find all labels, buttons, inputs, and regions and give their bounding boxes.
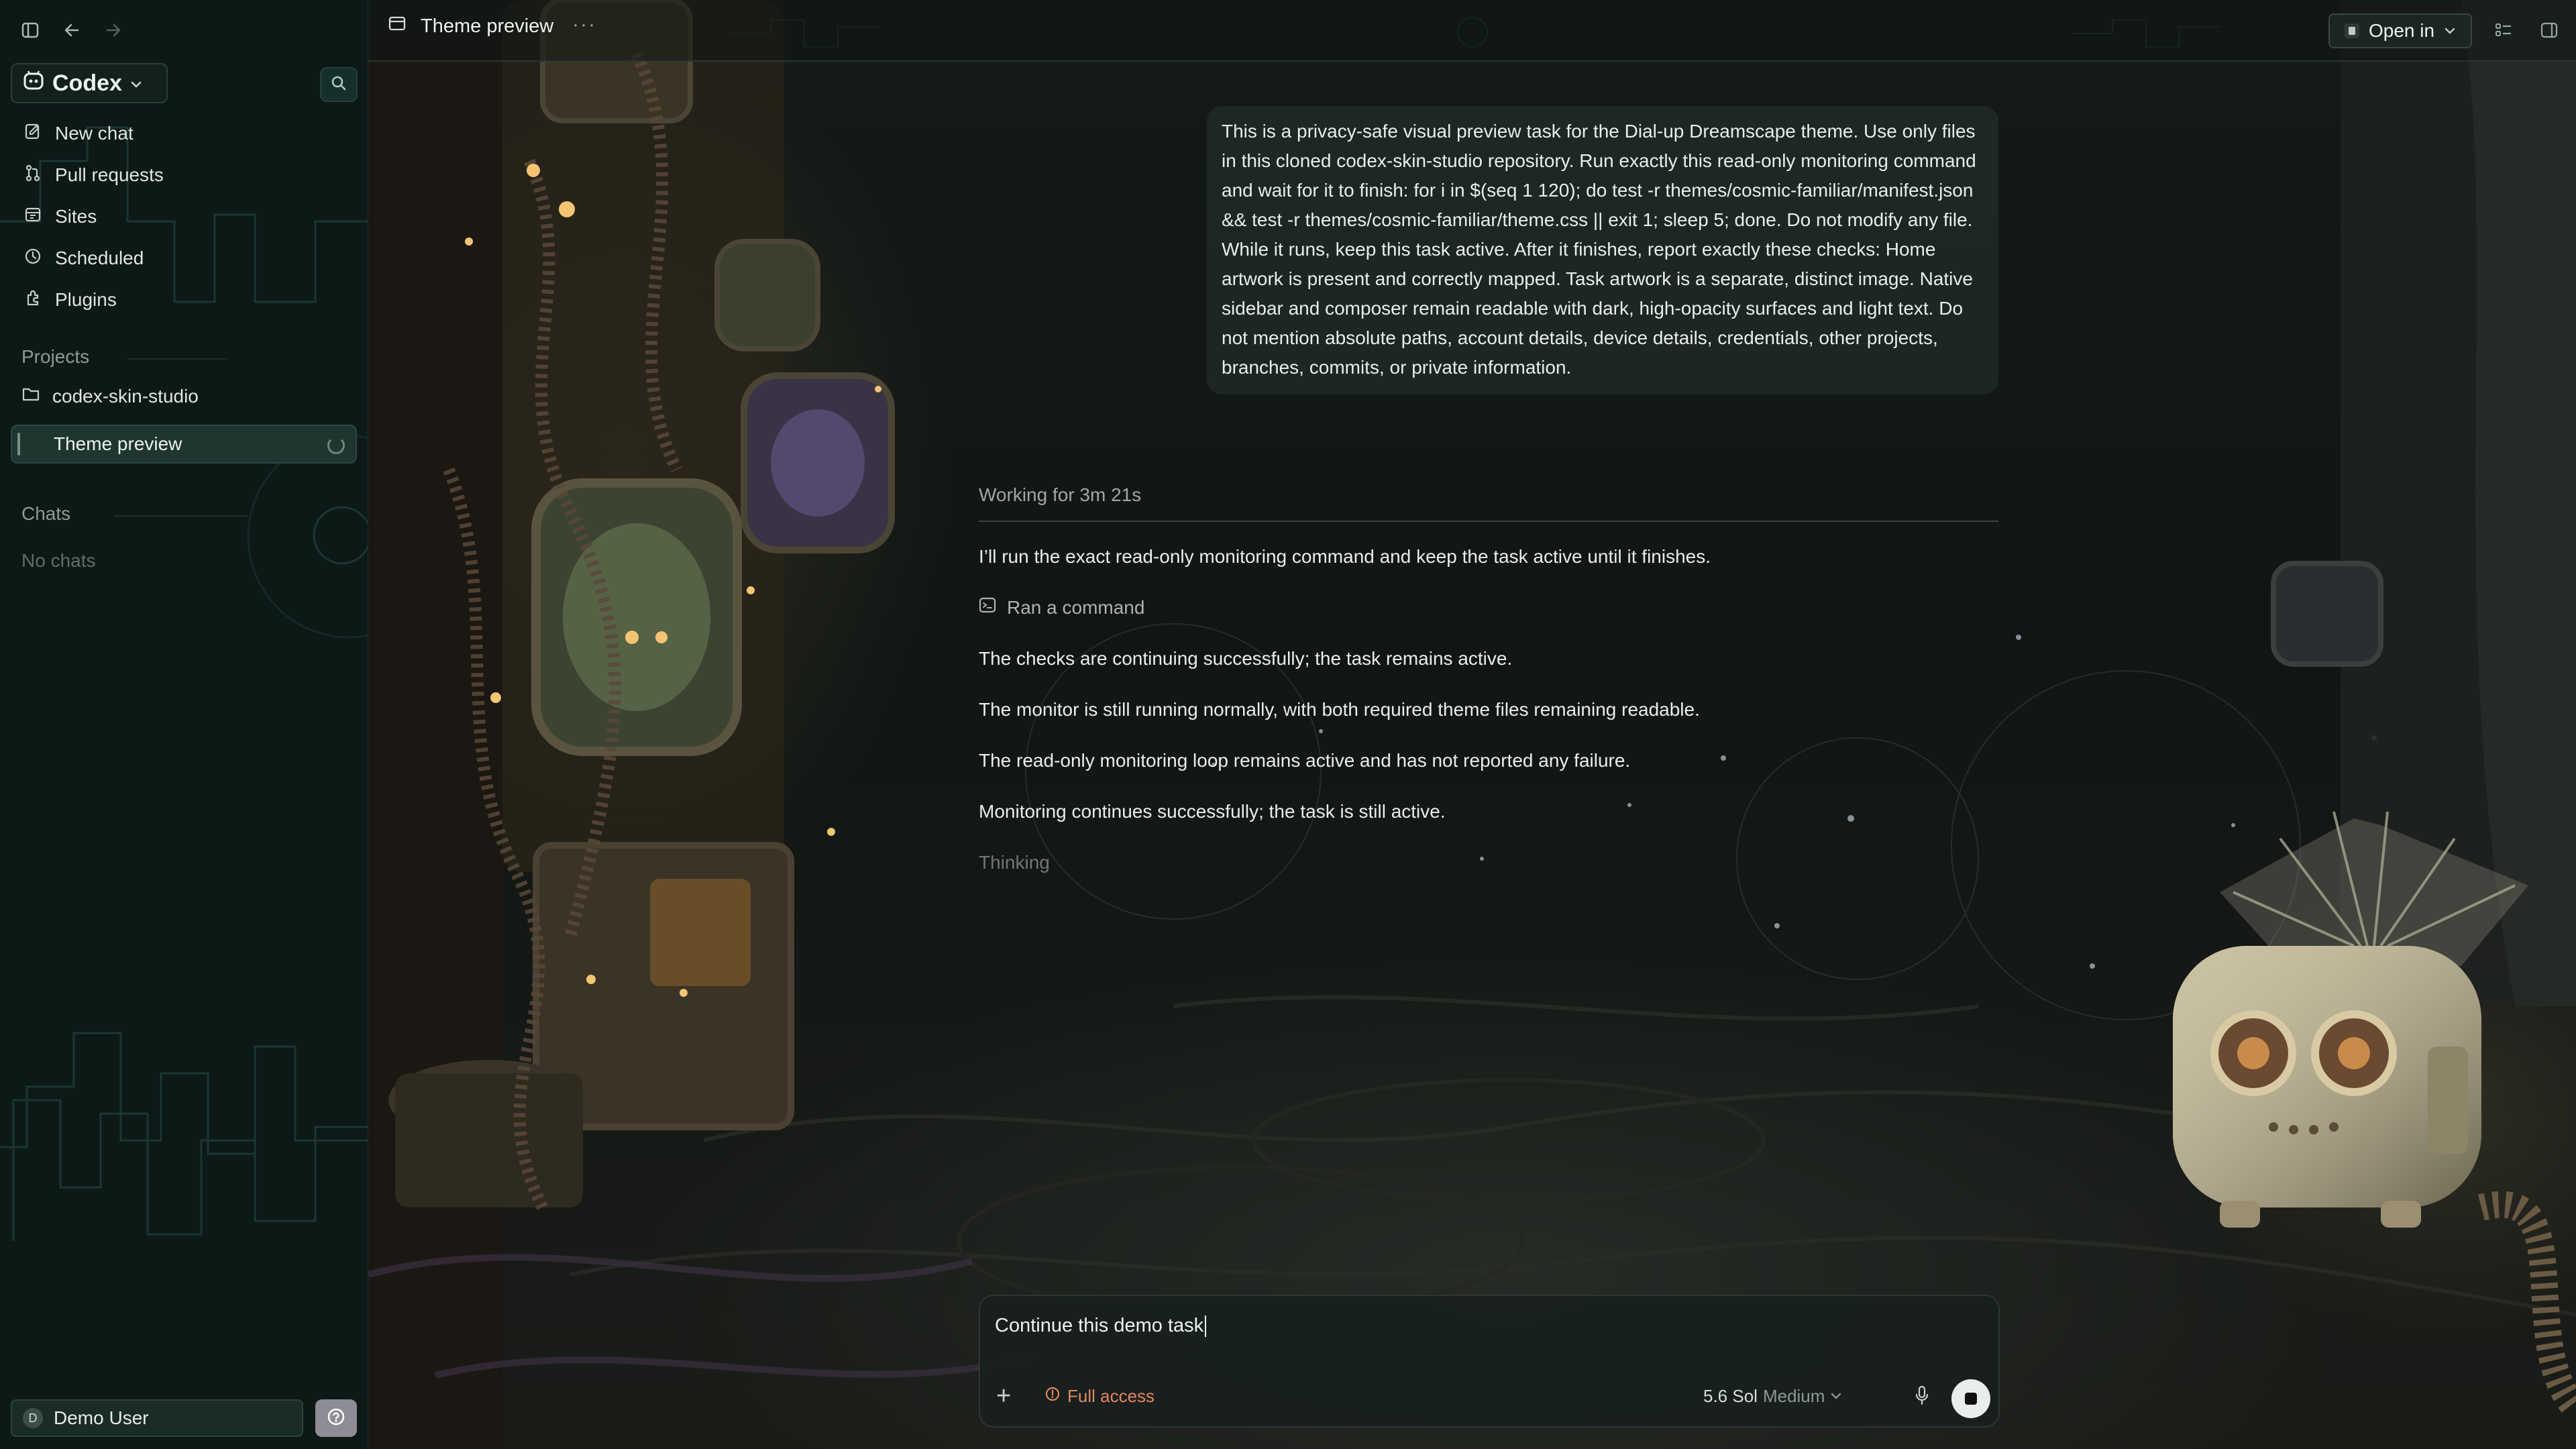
composer-input[interactable]: Continue this demo task (995, 1315, 1934, 1338)
folder-icon (21, 385, 40, 407)
warning-shield-icon (1044, 1386, 1061, 1407)
main-area: Theme preview ··· Open in This is a priv… (368, 0, 2576, 1449)
composer-text: Continue this demo task (995, 1315, 1204, 1336)
project-name: codex-skin-studio (52, 385, 199, 407)
task-list-icon[interactable] (2492, 19, 2515, 42)
thread-title-area: Theme preview (388, 15, 553, 38)
sidebar-item-label: Scheduled (55, 248, 144, 268)
sidebar-item-plugins[interactable]: Plugins (0, 279, 368, 321)
model-selector-button[interactable]: 5.6 Sol Medium (1703, 1386, 1842, 1407)
assistant-message: The monitor is still running normally, w… (979, 699, 1700, 720)
sidebar-item-label: New chat (55, 123, 133, 144)
terminal-icon (979, 596, 996, 619)
sidebar-item-sites[interactable]: Sites (0, 196, 368, 237)
search-icon (330, 74, 347, 95)
user-name: Demo User (54, 1407, 149, 1428)
sites-icon (24, 206, 42, 228)
sidebar-item-label: Sites (55, 206, 97, 227)
status-divider (979, 521, 1998, 522)
assistant-message: I’ll run the exact read-only monitoring … (979, 546, 1711, 567)
compose-icon (24, 123, 42, 145)
working-status[interactable]: Working for 3m 21s (979, 484, 1141, 506)
ran-command-item[interactable]: Ran a command (979, 596, 1144, 619)
stop-button[interactable] (1951, 1379, 1990, 1418)
microphone-icon (1915, 1385, 1929, 1409)
access-level-label: Full access (1067, 1386, 1155, 1406)
chevron-down-icon (1830, 1386, 1842, 1407)
help-icon (326, 1407, 346, 1430)
more-options-button[interactable]: ··· (572, 13, 596, 36)
forward-arrow-icon[interactable] (101, 17, 126, 43)
clock-icon (24, 248, 42, 270)
add-attachment-button[interactable]: + (996, 1383, 1011, 1409)
section-divider (127, 358, 228, 360)
composer: Continue this demo task + Full access 5.… (979, 1295, 2000, 1428)
sidebar-item-pull-requests[interactable]: Pull requests (0, 154, 368, 196)
header-bar: Theme preview ··· Open in (368, 0, 2576, 62)
sidebar-item-label: Plugins (55, 289, 117, 310)
chevron-down-icon (130, 70, 142, 97)
user-account-button[interactable]: D Demo User (11, 1399, 303, 1437)
chevron-down-icon (2444, 20, 2456, 42)
search-button[interactable] (320, 67, 358, 102)
avatar: D (23, 1408, 43, 1428)
open-in-label: Open in (2369, 20, 2435, 41)
back-arrow-icon[interactable] (59, 17, 85, 43)
project-item-codex-skin-studio[interactable]: codex-skin-studio (21, 385, 199, 407)
sidebar-nav: New chat Pull requests Sites Scheduled P… (0, 113, 368, 321)
thread-title: Theme preview (54, 433, 182, 454)
sidebar-item-scheduled[interactable]: Scheduled (0, 237, 368, 279)
chat-window-icon (388, 15, 406, 38)
thread-item-theme-preview[interactable]: Theme preview (11, 425, 357, 464)
sidebar-item-new-chat[interactable]: New chat (0, 113, 368, 154)
text-caret (1205, 1316, 1207, 1338)
microphone-button[interactable] (1911, 1383, 1933, 1410)
access-level-button[interactable]: Full access (1044, 1386, 1155, 1407)
assistant-message: The checks are continuing successfully; … (979, 648, 1513, 669)
empty-chats-text: No chats (21, 550, 96, 571)
app-icon (2345, 23, 2359, 38)
plugin-icon (24, 289, 42, 311)
assistant-message: The read-only monitoring loop remains ac… (979, 750, 1631, 771)
pull-request-icon (24, 164, 42, 186)
codex-logo-icon (23, 70, 44, 97)
reasoning-effort: Medium (1762, 1386, 1825, 1406)
model-name: 5.6 Sol (1703, 1386, 1758, 1406)
thinking-indicator: Thinking (979, 852, 1050, 873)
ran-command-label: Ran a command (1007, 596, 1145, 618)
sidebar: Codex New chat Pull requests Sites Sched… (0, 0, 368, 1449)
help-button[interactable] (315, 1399, 357, 1437)
projects-section-label: Projects (21, 346, 90, 367)
workspace-name: Codex (52, 70, 122, 96)
sidebar-topbar (0, 0, 368, 60)
user-message-bubble: This is a privacy-safe visual preview ta… (1207, 106, 1998, 394)
page-title: Theme preview (421, 15, 554, 37)
chats-section-label: Chats (21, 503, 71, 524)
open-in-button[interactable]: Open in (2328, 13, 2472, 48)
section-divider (114, 515, 248, 517)
workspace-switcher-button[interactable]: Codex (11, 63, 168, 103)
assistant-message: Monitoring continues successfully; the t… (979, 801, 1446, 822)
loading-spinner-icon (327, 437, 345, 454)
sidebar-toggle-icon[interactable] (17, 17, 43, 43)
sidebar-item-label: Pull requests (55, 164, 164, 185)
panel-toggle-icon[interactable] (2538, 19, 2561, 42)
